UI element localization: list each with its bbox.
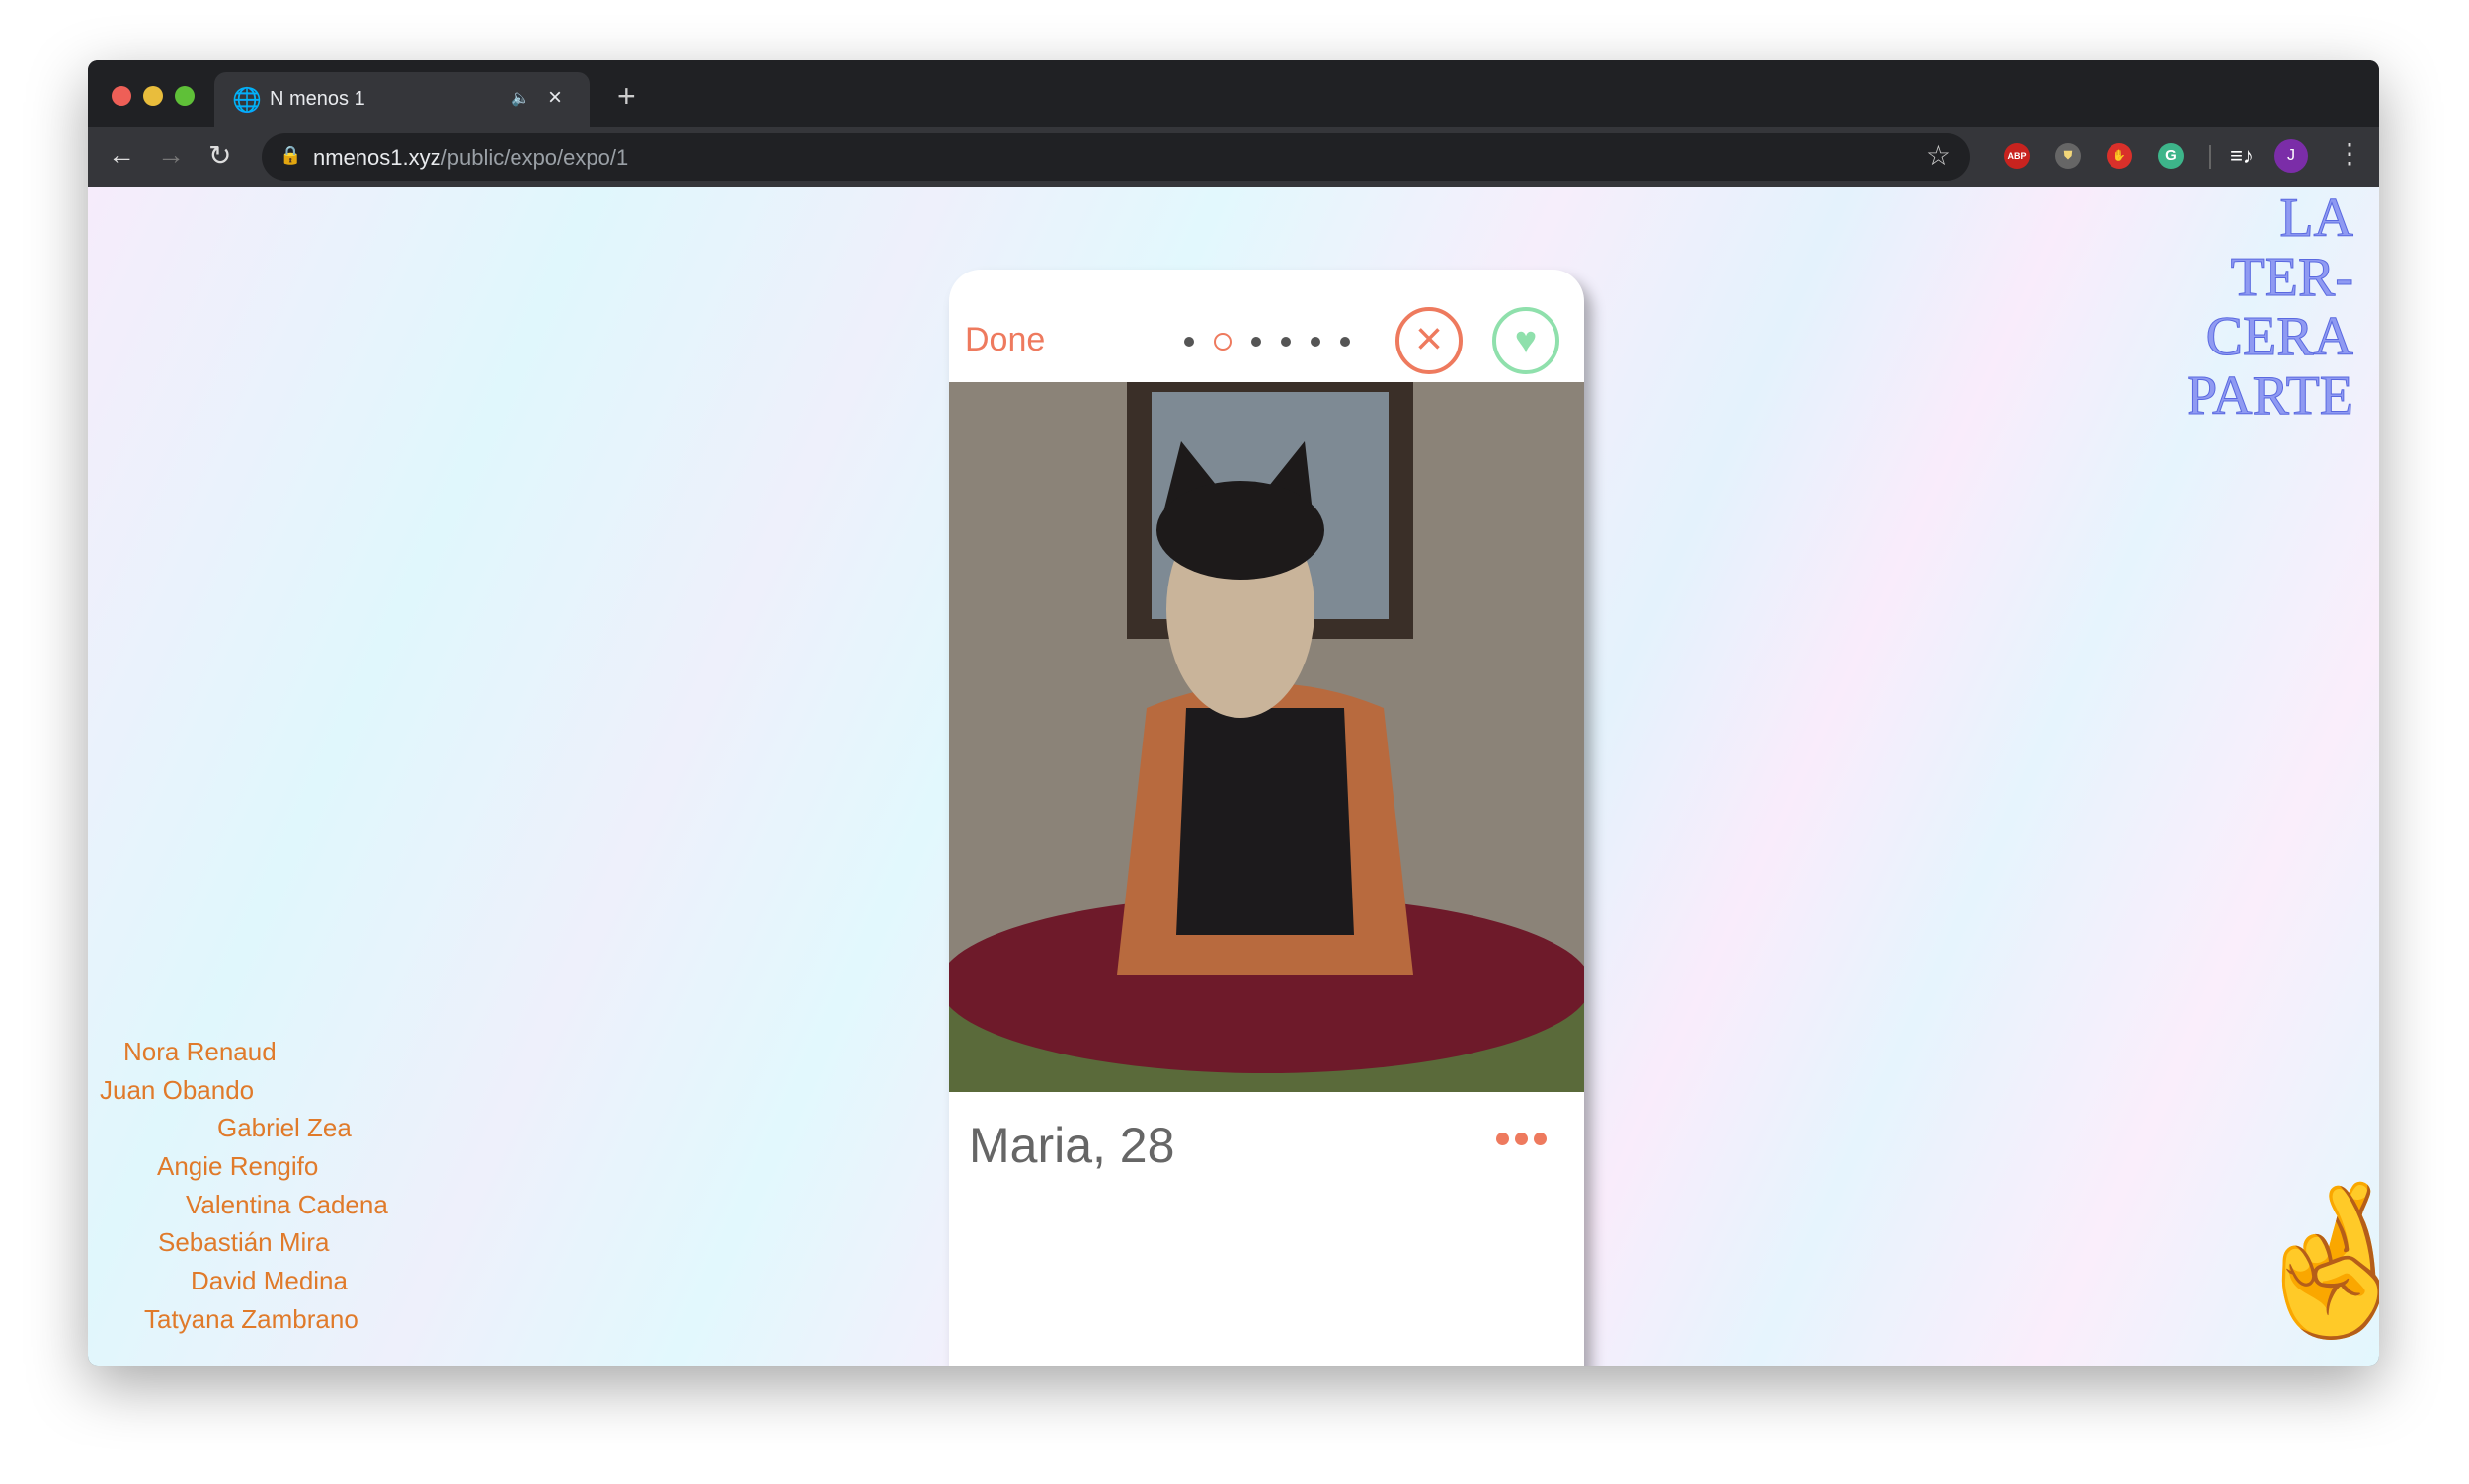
reload-button[interactable]: ↻ xyxy=(208,139,231,172)
back-button[interactable]: ← xyxy=(108,139,135,171)
grammarly-extension-icon[interactable]: G xyxy=(2158,143,2184,169)
artist-link[interactable]: Gabriel Zea xyxy=(217,1113,352,1143)
nope-x-button[interactable]: × xyxy=(1395,307,1463,374)
profile-photo xyxy=(949,382,1584,1092)
title-line: LA xyxy=(2279,188,2354,249)
divider xyxy=(2209,145,2211,169)
shield-extension-icon[interactable]: ⛊ xyxy=(2055,143,2081,169)
speaker-icon[interactable]: 🔈 xyxy=(511,88,530,108)
address-bar[interactable]: 🔒 nmenos1.xyz/public/expo/expo/1 ☆ xyxy=(262,133,1970,181)
tab-n-menos-1[interactable]: 🌐 N menos 1 🔈 × xyxy=(214,72,590,127)
done-button[interactable]: Done xyxy=(965,321,1045,359)
artist-link[interactable]: David Medina xyxy=(191,1266,348,1296)
artist-link[interactable]: Angie Rengifo xyxy=(157,1151,318,1182)
title-line: PARTE xyxy=(2187,365,2354,427)
url-text: nmenos1.xyz/public/expo/expo/1 xyxy=(313,145,628,171)
profile-name: Maria, 28 xyxy=(969,1118,1175,1173)
globe-icon: 🌐 xyxy=(232,87,262,114)
url-domain: nmenos1.xyz xyxy=(313,145,441,170)
artist-link[interactable]: Sebastián Mira xyxy=(158,1227,329,1258)
page-content: Done × ♥ Maria, 28 Nora Renaud Juan Oban… xyxy=(88,187,2379,1366)
page-dot[interactable] xyxy=(1281,337,1291,347)
more-options-button[interactable] xyxy=(1496,1133,1547,1145)
profile-avatar[interactable]: J xyxy=(2274,139,2308,173)
hand-extension-icon[interactable]: ✋ xyxy=(2107,143,2132,169)
toolbar: ← → ↻ 🔒 nmenos1.xyz/public/expo/expo/1 ☆… xyxy=(88,127,2379,187)
minimize-window-button[interactable] xyxy=(143,86,163,106)
page-indicator xyxy=(1184,333,1350,351)
profile-card: Done × ♥ Maria, 28 xyxy=(949,270,1584,1366)
page-dot[interactable] xyxy=(1311,337,1320,347)
artist-link[interactable]: Valentina Cadena xyxy=(186,1190,388,1220)
title-line: CERA xyxy=(2205,306,2353,367)
la-tercera-parte-title: LA TER- CERA PARTE xyxy=(2187,188,2354,427)
url-path: /public/expo/expo/1 xyxy=(440,145,629,170)
artist-link[interactable]: Nora Renaud xyxy=(123,1037,277,1067)
browser-window: 🌐 N menos 1 🔈 × + ← → ↻ 🔒 nmenos1.xyz/pu… xyxy=(88,60,2379,1366)
pointing-hand-icon[interactable]: 🤞 xyxy=(2241,1174,2379,1348)
page-dot[interactable] xyxy=(1340,337,1350,347)
page-dot-current[interactable] xyxy=(1214,333,1232,351)
lock-icon: 🔒 xyxy=(279,145,302,165)
adblock-extension-icon[interactable]: ABP xyxy=(2004,143,2030,169)
menu-kebab-icon[interactable]: ⋮ xyxy=(2336,137,2363,170)
page-dot[interactable] xyxy=(1251,337,1261,347)
maximize-window-button[interactable] xyxy=(175,86,195,106)
title-line: TER- xyxy=(2230,247,2353,308)
close-tab-icon[interactable]: × xyxy=(548,84,562,112)
tab-title: N menos 1 xyxy=(270,88,365,110)
page-dot[interactable] xyxy=(1184,337,1194,347)
bookmark-star-icon[interactable]: ☆ xyxy=(1926,139,1951,172)
media-control-icon[interactable]: ≡♪ xyxy=(2229,143,2255,169)
new-tab-button[interactable]: + xyxy=(617,78,636,115)
tab-bar: 🌐 N menos 1 🔈 × + xyxy=(88,60,2379,127)
close-window-button[interactable] xyxy=(112,86,131,106)
artist-link[interactable]: Juan Obando xyxy=(100,1075,254,1106)
forward-button[interactable]: → xyxy=(157,139,185,171)
like-heart-button[interactable]: ♥ xyxy=(1492,307,1559,374)
artist-link[interactable]: Tatyana Zambrano xyxy=(144,1304,358,1335)
